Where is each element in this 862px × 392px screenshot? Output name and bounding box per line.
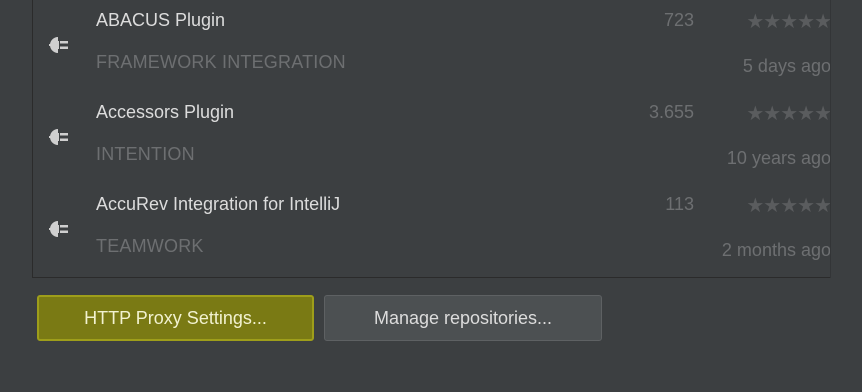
plugin-icon xyxy=(47,126,73,148)
plugin-row-accessors[interactable]: Accessors Plugin INTENTION 3.655 ★★★★★ 1… xyxy=(33,102,832,194)
plugin-icon xyxy=(47,34,73,56)
plugin-name: Accessors Plugin xyxy=(96,102,235,122)
plugin-row-abacus[interactable]: ABACUS Plugin FRAMEWORK INTEGRATION 723 … xyxy=(33,10,832,102)
plugin-date: 5 days ago xyxy=(742,56,831,76)
plugin-downloads: 113 xyxy=(665,194,694,214)
plugin-date: 2 months ago xyxy=(721,240,831,260)
plugin-downloads: 723 xyxy=(663,10,694,30)
plugin-list[interactable]: ABACUS Plugin FRAMEWORK INTEGRATION 723 … xyxy=(32,0,862,278)
plugin-date: 10 years ago xyxy=(726,148,831,168)
manage-repositories-button[interactable]: Manage repositories... xyxy=(324,295,602,341)
plugin-category: FRAMEWORK INTEGRATION xyxy=(96,52,346,72)
plugin-icon xyxy=(47,218,73,240)
rating-stars-icon: ★★★★★ xyxy=(746,103,832,125)
rating-stars-icon: ★★★★★ xyxy=(746,11,832,33)
plugin-category: TEAMWORK xyxy=(96,236,204,256)
plugin-name: AccuRev Integration for IntelliJ xyxy=(96,194,341,214)
plugin-downloads: 3.655 xyxy=(648,102,694,122)
plugin-row-accurev[interactable]: AccuRev Integration for IntelliJ TEAMWOR… xyxy=(33,194,832,277)
scrollbar[interactable] xyxy=(830,0,862,278)
plugin-name: ABACUS Plugin xyxy=(96,10,226,30)
http-proxy-settings-button[interactable]: HTTP Proxy Settings... xyxy=(37,295,314,341)
plugin-category: INTENTION xyxy=(96,144,195,164)
rating-stars-icon: ★★★★★ xyxy=(746,195,832,217)
